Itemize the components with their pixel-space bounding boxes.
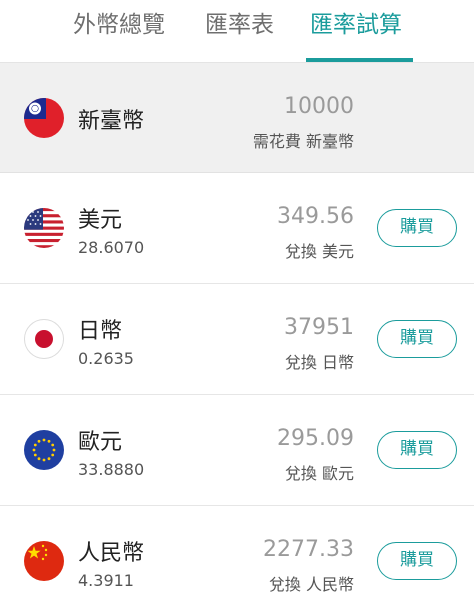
currency-rate: 4.3911 bbox=[78, 571, 134, 590]
buy-button[interactable]: 購買 bbox=[377, 431, 457, 469]
currency-name: 人民幣 bbox=[78, 541, 145, 566]
us-flag-icon bbox=[24, 208, 64, 248]
currency-row-usd: 美元 28.6070 349.56 兌換 美元 購買 bbox=[0, 174, 474, 284]
tab-bar: 外幣總覽 匯率表 匯率試算 bbox=[0, 0, 474, 63]
buy-button[interactable]: 購買 bbox=[377, 542, 457, 580]
china-flag-icon bbox=[24, 541, 64, 581]
currency-rate: 28.6070 bbox=[78, 238, 145, 257]
currency-row-eur: 歐元 33.8880 295.09 兌換 歐元 購買 bbox=[0, 396, 474, 506]
converted-amount-label: 兌換 美元 bbox=[284, 242, 354, 261]
base-currency-name: 新臺幣 bbox=[78, 109, 145, 134]
converted-amount: 295.09 bbox=[277, 426, 354, 451]
base-amount-input[interactable]: 10000 bbox=[284, 94, 354, 119]
tab-rate-calculator[interactable]: 匯率試算 bbox=[310, 10, 402, 40]
currency-name: 美元 bbox=[78, 208, 123, 233]
buy-button[interactable]: 購買 bbox=[377, 320, 457, 358]
currency-rate: 33.8880 bbox=[78, 460, 145, 479]
currency-row-jpy: 日幣 0.2635 37951 兌換 日幣 購買 bbox=[0, 285, 474, 395]
converted-amount: 349.56 bbox=[277, 204, 354, 229]
base-amount-label: 需花費 新臺幣 bbox=[252, 132, 354, 151]
tab-rate-table[interactable]: 匯率表 bbox=[205, 10, 274, 40]
japan-flag-icon bbox=[24, 319, 64, 359]
currency-rate: 0.2635 bbox=[78, 349, 134, 368]
buy-button[interactable]: 購買 bbox=[377, 209, 457, 247]
converted-amount: 2277.33 bbox=[263, 537, 354, 562]
converted-amount-label: 兌換 日幣 bbox=[284, 353, 354, 372]
currency-row-cny: 人民幣 4.3911 2277.33 兌換 人民幣 購買 bbox=[0, 507, 474, 613]
converted-amount-label: 兌換 人民幣 bbox=[268, 575, 354, 594]
base-currency-row: 新臺幣 10000 需花費 新臺幣 bbox=[0, 63, 474, 173]
tab-fx-overview[interactable]: 外幣總覽 bbox=[73, 10, 165, 40]
active-tab-indicator bbox=[306, 58, 413, 62]
converted-amount: 37951 bbox=[284, 315, 354, 340]
taiwan-flag-icon bbox=[24, 98, 64, 138]
currency-name: 日幣 bbox=[78, 319, 123, 344]
currency-name: 歐元 bbox=[78, 430, 123, 455]
converted-amount-label: 兌換 歐元 bbox=[284, 464, 354, 483]
eu-flag-icon bbox=[24, 430, 64, 470]
